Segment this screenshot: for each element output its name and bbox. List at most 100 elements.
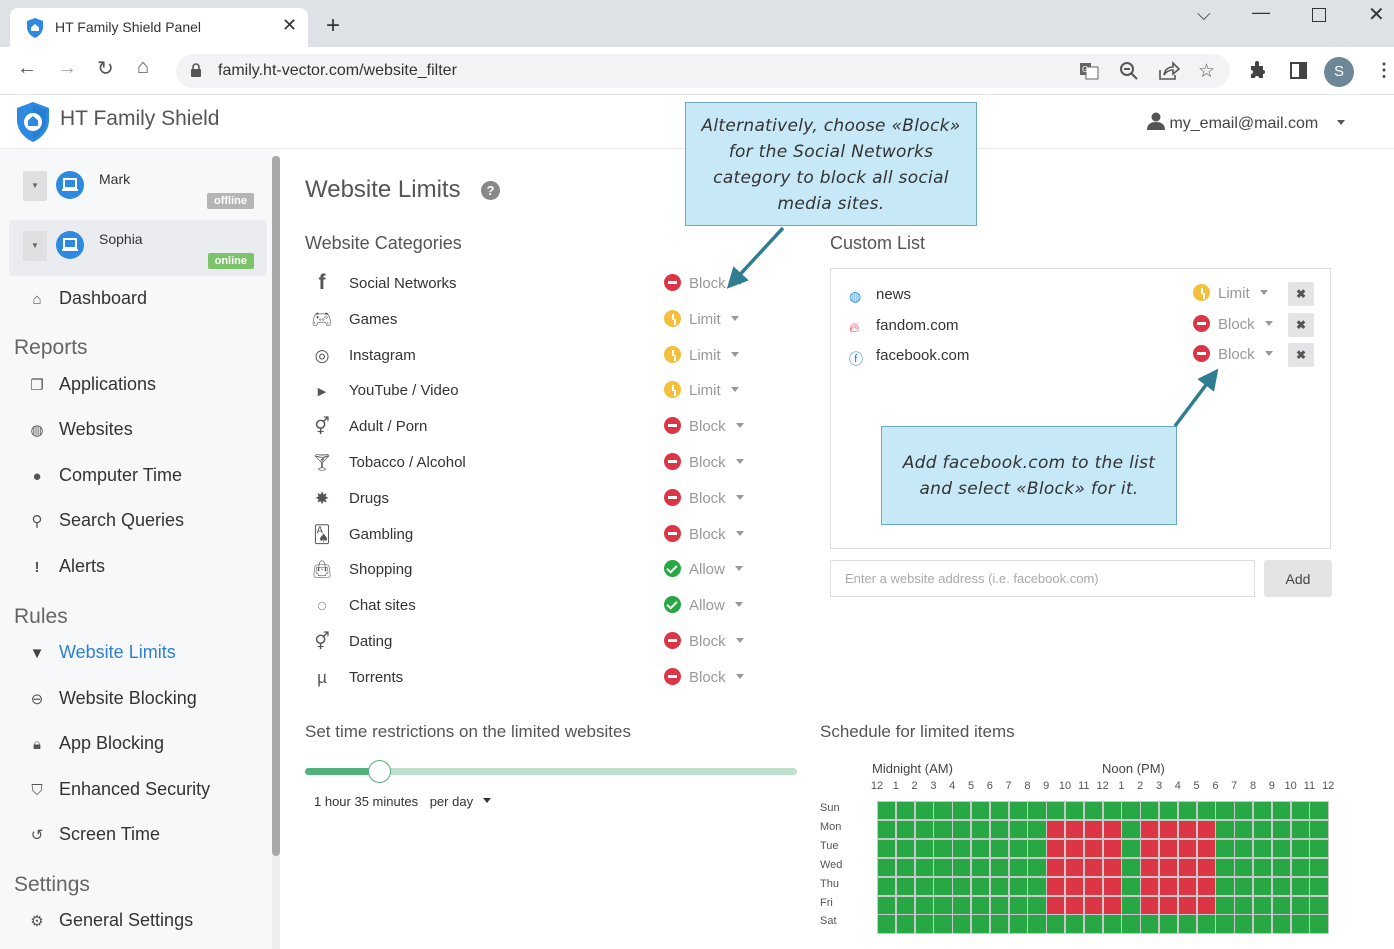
schedule-cell[interactable] <box>953 839 971 858</box>
schedule-cell[interactable] <box>953 896 971 914</box>
schedule-cell[interactable] <box>1160 858 1178 877</box>
schedule-cell[interactable] <box>1141 858 1159 877</box>
add-button[interactable]: Add <box>1264 560 1332 597</box>
schedule-cell[interactable] <box>1216 896 1234 914</box>
schedule-cell[interactable] <box>1197 858 1215 877</box>
schedule-cell[interactable] <box>1254 839 1272 858</box>
new-tab-button[interactable]: + <box>326 12 340 40</box>
status-dropdown[interactable]: Limit <box>664 309 739 328</box>
schedule-cell[interactable] <box>1310 858 1328 877</box>
schedule-cell[interactable] <box>1272 839 1291 858</box>
schedule-cell[interactable] <box>934 858 952 877</box>
schedule-cell[interactable] <box>896 820 915 839</box>
schedule-cell[interactable] <box>1216 915 1234 933</box>
schedule-cell[interactable] <box>1009 877 1027 895</box>
zoom-out-icon[interactable] <box>1119 61 1139 86</box>
schedule-cell[interactable] <box>1028 858 1046 877</box>
schedule-cell[interactable] <box>1028 820 1046 839</box>
status-dropdown[interactable]: Block <box>664 453 744 471</box>
schedule-cell[interactable] <box>1310 896 1328 914</box>
schedule-cell[interactable] <box>1216 839 1234 858</box>
schedule-cell[interactable] <box>1047 802 1065 820</box>
sidebar-item-dashboard[interactable]: ⌂ Dashboard <box>28 288 147 309</box>
schedule-cell[interactable] <box>1272 896 1291 914</box>
status-dropdown[interactable]: Block <box>664 667 744 686</box>
schedule-cell[interactable] <box>1066 915 1084 933</box>
schedule-cell[interactable] <box>953 915 971 933</box>
schedule-cell[interactable] <box>1084 858 1103 877</box>
schedule-cell[interactable] <box>1084 915 1103 933</box>
schedule-cell[interactable] <box>1310 820 1328 839</box>
schedule-cell[interactable] <box>1160 839 1178 858</box>
schedule-cell[interactable] <box>934 802 952 820</box>
status-dropdown[interactable]: Block <box>664 524 744 543</box>
schedule-cell[interactable] <box>1122 858 1140 877</box>
schedule-cell[interactable] <box>1066 839 1084 858</box>
sidebar-item-alerts[interactable]: ! Alerts <box>28 556 106 577</box>
schedule-cell[interactable] <box>1197 839 1215 858</box>
schedule-cell[interactable] <box>1272 820 1291 839</box>
schedule-cell[interactable] <box>1066 820 1084 839</box>
status-dropdown[interactable]: Block <box>664 632 744 650</box>
sidebar-item-websites[interactable]: ◍ Websites <box>28 419 132 440</box>
schedule-cell[interactable] <box>915 858 933 877</box>
sidebar-item-website-limits[interactable]: ▼ Website Limits <box>28 642 176 663</box>
tab-close-icon[interactable]: ✕ <box>282 15 297 36</box>
schedule-cell[interactable] <box>1254 896 1272 914</box>
schedule-cell[interactable] <box>1009 839 1027 858</box>
schedule-cell[interactable] <box>1197 820 1215 839</box>
schedule-cell[interactable] <box>1047 820 1065 839</box>
period-dropdown[interactable]: per day <box>430 794 492 809</box>
schedule-cell[interactable] <box>1122 915 1140 933</box>
schedule-cell[interactable] <box>972 877 990 895</box>
schedule-cell[interactable] <box>1254 858 1272 877</box>
schedule-cell[interactable] <box>1084 802 1103 820</box>
schedule-cell[interactable] <box>1160 802 1178 820</box>
schedule-cell[interactable] <box>1197 802 1215 820</box>
schedule-cell[interactable] <box>972 802 990 820</box>
schedule-cell[interactable] <box>915 802 933 820</box>
schedule-cell[interactable] <box>1197 877 1215 895</box>
schedule-cell[interactable] <box>1122 802 1140 820</box>
sidebar-item-search-queries[interactable]: ⚲ Search Queries <box>28 510 185 531</box>
status-dropdown[interactable]: Block <box>664 274 744 292</box>
schedule-cell[interactable] <box>1141 802 1159 820</box>
schedule-cell[interactable] <box>915 877 933 895</box>
schedule-cell[interactable] <box>915 915 933 933</box>
schedule-cell[interactable] <box>1122 877 1140 895</box>
schedule-cell[interactable] <box>990 896 1009 914</box>
minimize-icon[interactable]: — <box>1252 2 1270 23</box>
schedule-cell[interactable] <box>1103 820 1121 839</box>
schedule-cell[interactable] <box>896 858 915 877</box>
schedule-cell[interactable] <box>953 877 971 895</box>
schedule-cell[interactable] <box>1291 802 1309 820</box>
schedule-cell[interactable] <box>1178 915 1197 933</box>
time-slider-handle[interactable] <box>367 760 391 783</box>
schedule-cell[interactable] <box>1254 802 1272 820</box>
schedule-cell[interactable] <box>1066 877 1084 895</box>
sidebar-item-website-blocking[interactable]: ⊖ Website Blocking <box>28 688 197 709</box>
schedule-cell[interactable] <box>1235 896 1253 914</box>
schedule-cell[interactable] <box>990 915 1009 933</box>
status-dropdown[interactable]: Block <box>1193 314 1273 333</box>
schedule-cell[interactable] <box>953 820 971 839</box>
schedule-cell[interactable] <box>1272 858 1291 877</box>
status-dropdown[interactable]: Block <box>664 417 744 435</box>
schedule-cell[interactable] <box>1310 802 1328 820</box>
schedule-cell[interactable] <box>1254 820 1272 839</box>
schedule-cell[interactable] <box>1178 858 1197 877</box>
schedule-cell[interactable] <box>990 820 1009 839</box>
schedule-cell[interactable] <box>1084 820 1103 839</box>
schedule-cell[interactable] <box>1235 915 1253 933</box>
sidebar-item-screen-time[interactable]: ↺ Screen Time <box>28 824 160 845</box>
schedule-cell[interactable] <box>896 877 915 895</box>
schedule-cell[interactable] <box>1178 839 1197 858</box>
device-dropdown-button[interactable]: ▼ <box>23 231 47 261</box>
schedule-cell[interactable] <box>896 915 915 933</box>
schedule-cell[interactable] <box>990 839 1009 858</box>
schedule-cell[interactable] <box>953 802 971 820</box>
schedule-cell[interactable] <box>878 896 896 914</box>
status-dropdown[interactable]: Limit <box>664 345 739 364</box>
home-icon[interactable]: ⌂ <box>137 56 149 79</box>
schedule-cell[interactable] <box>896 839 915 858</box>
